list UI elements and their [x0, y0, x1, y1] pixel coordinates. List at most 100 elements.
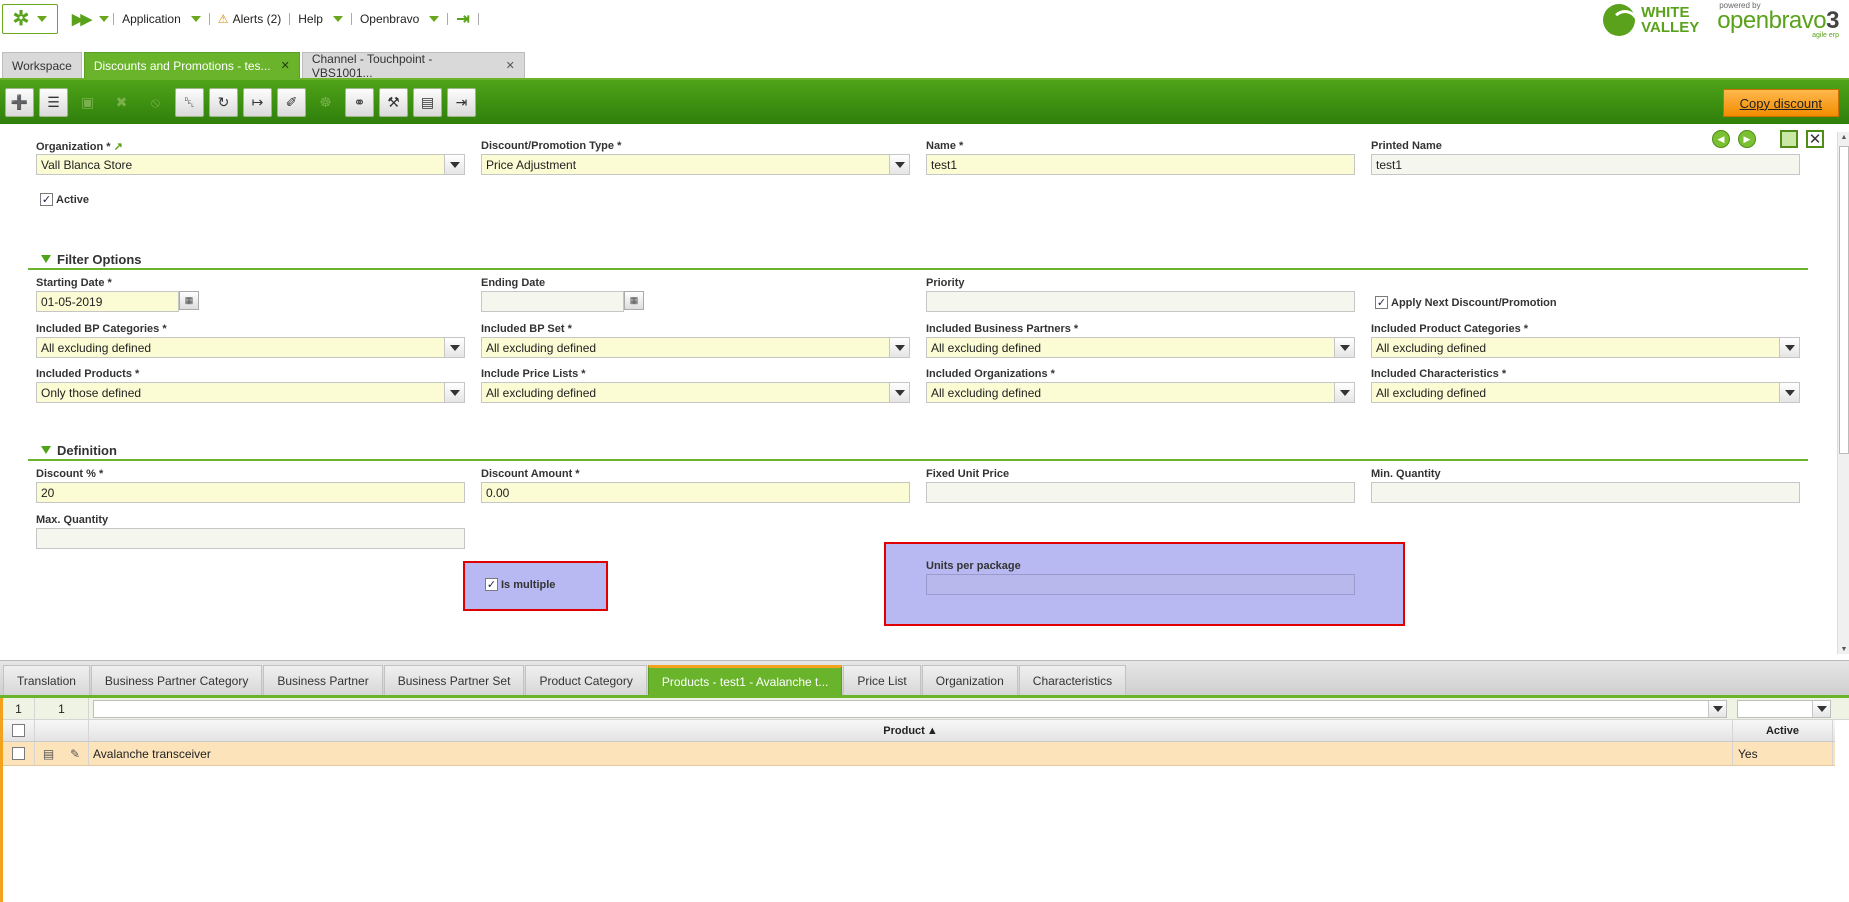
- discount-amount-input[interactable]: 0.00: [481, 482, 910, 503]
- bp-categories-select[interactable]: All excluding defined: [36, 337, 465, 358]
- scrollbar-thumb[interactable]: [1839, 146, 1849, 454]
- bp-set-label: Included BP Set *: [481, 323, 572, 335]
- close-icon[interactable]: ✕: [281, 59, 290, 72]
- filter-options-title: Filter Options: [57, 251, 142, 267]
- subtab-business-partner[interactable]: Business Partner: [263, 665, 383, 695]
- quick-launch-button[interactable]: ✲: [2, 4, 58, 34]
- chevron-down-icon[interactable]: [444, 155, 464, 174]
- subtab-business-partner-set[interactable]: Business Partner Set: [383, 665, 525, 695]
- min-quantity-field: Min. Quantity: [1371, 468, 1800, 503]
- apply-next-checkbox[interactable]: ✓: [1375, 296, 1388, 310]
- products-select[interactable]: Only those defined: [36, 382, 465, 403]
- subtab-characteristics[interactable]: Characteristics: [1018, 665, 1127, 695]
- chevron-down-icon[interactable]: [889, 155, 909, 174]
- chevron-down-icon[interactable]: [1334, 383, 1354, 402]
- ending-date-input[interactable]: [481, 291, 624, 312]
- organizations-select[interactable]: All excluding defined: [926, 382, 1355, 403]
- product-cell[interactable]: Avalanche transceiver: [89, 742, 1733, 765]
- export-button[interactable]: ↦: [243, 87, 272, 117]
- save-button[interactable]: ▣: [73, 88, 102, 117]
- printed-name-input[interactable]: test1: [1371, 154, 1800, 175]
- chevron-down-icon: [99, 16, 110, 22]
- chevron-down-icon[interactable]: [444, 338, 464, 357]
- user-menu[interactable]: Openbravo: [352, 0, 447, 38]
- organization-label: Organization * ↗: [36, 141, 123, 153]
- calendar-icon[interactable]: ▦: [179, 291, 199, 310]
- chevron-down-icon[interactable]: [1779, 383, 1799, 402]
- max-quantity-input[interactable]: [36, 528, 465, 549]
- refresh-button[interactable]: ↻: [209, 87, 238, 117]
- alerts-menu[interactable]: ⚠ Alerts (2): [210, 0, 289, 38]
- edit-pencil-icon[interactable]: ✎: [70, 747, 80, 761]
- calendar-icon[interactable]: ▦: [624, 291, 644, 310]
- fixed-unit-price-input[interactable]: [926, 482, 1355, 503]
- is-multiple-checkbox[interactable]: ✓: [485, 578, 498, 592]
- name-input[interactable]: test1: [926, 154, 1355, 175]
- attach-button[interactable]: ✐: [277, 87, 306, 117]
- active-checkbox[interactable]: ✓: [40, 193, 53, 207]
- subtab-organization[interactable]: Organization: [921, 665, 1018, 695]
- discount-type-select[interactable]: Price Adjustment: [481, 154, 910, 175]
- characteristics-select[interactable]: All excluding defined: [1371, 382, 1800, 403]
- delete-button[interactable]: ␡: [175, 87, 204, 117]
- active-filter-input[interactable]: [1737, 699, 1831, 718]
- scroll-up-icon[interactable]: ▲: [1839, 132, 1849, 142]
- bp-set-value: All excluding defined: [486, 340, 597, 355]
- chevron-down-icon[interactable]: [1812, 700, 1830, 717]
- save-close-button[interactable]: ✖: [107, 88, 136, 117]
- help-menu[interactable]: Help: [290, 0, 351, 38]
- grid-view-button[interactable]: ▤: [413, 87, 442, 117]
- filter-options-section-header[interactable]: Filter Options: [28, 250, 1808, 270]
- organization-select[interactable]: Vall Blanca Store: [36, 154, 465, 175]
- subtab-product-category[interactable]: Product Category: [525, 665, 647, 695]
- select-all-checkbox[interactable]: [12, 724, 25, 737]
- starting-date-input[interactable]: 01-05-2019: [36, 291, 179, 312]
- chevron-down-icon[interactable]: [889, 383, 909, 402]
- close-icon[interactable]: ✕: [506, 59, 515, 72]
- priority-input[interactable]: [926, 291, 1355, 312]
- link-arrow-icon[interactable]: ↗: [114, 141, 123, 153]
- units-per-package-input[interactable]: [926, 574, 1355, 595]
- chevron-down-icon[interactable]: [1779, 338, 1799, 357]
- print-button[interactable]: ⇥: [447, 87, 476, 117]
- subtab-price-list[interactable]: Price List: [843, 665, 921, 695]
- discount-pct-input[interactable]: 20: [36, 482, 465, 503]
- tab-workspace[interactable]: Workspace: [2, 52, 82, 78]
- active-cell[interactable]: Yes: [1733, 742, 1833, 765]
- new-row-button[interactable]: ☰: [39, 87, 68, 117]
- active-column-header[interactable]: Active: [1733, 720, 1833, 741]
- audit-button[interactable]: ⚒: [379, 87, 408, 117]
- chevron-down-icon[interactable]: [1334, 338, 1354, 357]
- product-column-header[interactable]: Product ▲: [89, 720, 1733, 741]
- product-filter-input[interactable]: [93, 699, 1727, 718]
- subtab-products-test1-avalanche-t[interactable]: Products - test1 - Avalanche t...: [647, 665, 843, 695]
- workflow-button[interactable]: ☸: [311, 88, 340, 117]
- close-form-icon[interactable]: ✕: [1806, 130, 1824, 148]
- open-form-icon[interactable]: ▤: [43, 747, 54, 761]
- form-scrollbar[interactable]: ▲ ▼: [1837, 132, 1849, 654]
- link-button[interactable]: ⚭: [345, 87, 374, 117]
- logout-button[interactable]: ⇥: [448, 0, 477, 38]
- application-menu[interactable]: Application: [114, 0, 209, 38]
- min-quantity-input[interactable]: [1371, 482, 1800, 503]
- chevron-down-icon[interactable]: [1708, 700, 1726, 717]
- row-checkbox[interactable]: [12, 747, 25, 760]
- product-categories-select[interactable]: All excluding defined: [1371, 337, 1800, 358]
- discount-type-field: Discount/Promotion Type * Price Adjustme…: [481, 140, 910, 175]
- price-lists-select[interactable]: All excluding defined: [481, 382, 910, 403]
- tab-discounts-promotions[interactable]: Discounts and Promotions - tes... ✕: [83, 52, 300, 78]
- undo-button[interactable]: ⦸: [141, 88, 170, 117]
- subtab-translation[interactable]: Translation: [3, 665, 90, 695]
- tab-channel-touchpoint[interactable]: Channel - Touchpoint - VBS1001... ✕: [301, 52, 525, 80]
- bp-set-select[interactable]: All excluding defined: [481, 337, 910, 358]
- business-partners-select[interactable]: All excluding defined: [926, 337, 1355, 358]
- new-document-button[interactable]: ➕: [5, 87, 34, 117]
- scroll-down-icon[interactable]: ▼: [1839, 644, 1849, 654]
- subtab-business-partner-category[interactable]: Business Partner Category: [90, 665, 263, 695]
- table-row[interactable]: ▤ ✎ Avalanche transceiver Yes: [3, 742, 1835, 766]
- chevron-down-icon[interactable]: [444, 383, 464, 402]
- chevron-down-icon[interactable]: [889, 338, 909, 357]
- copy-discount-button[interactable]: Copy discount: [1722, 89, 1839, 117]
- definition-section-header[interactable]: Definition: [28, 441, 1808, 461]
- quick-run-button[interactable]: ▶▶: [68, 0, 113, 38]
